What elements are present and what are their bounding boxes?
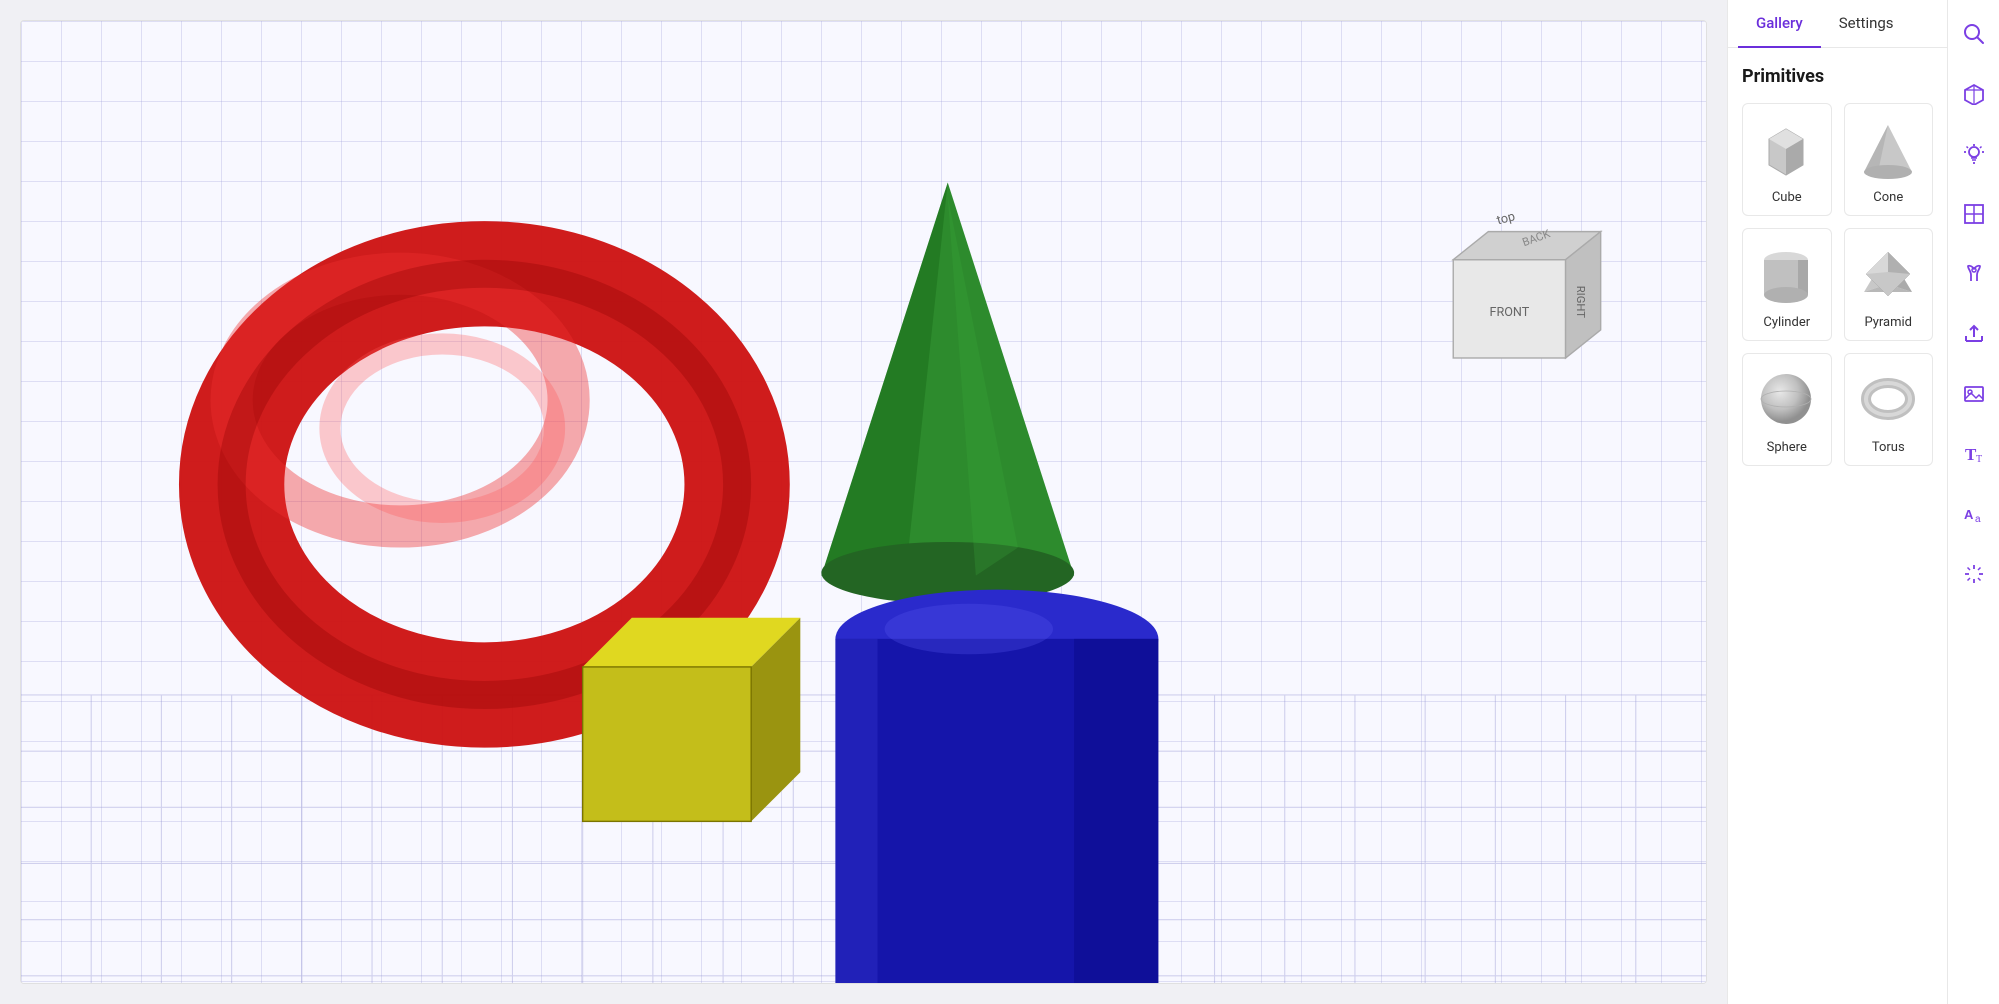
torus-label: Torus [1872, 440, 1905, 455]
nav-cube: top FRONT RIGHT BACK [1453, 209, 1600, 358]
svg-text:T: T [1976, 454, 1982, 465]
cylinder-label: Cylinder [1763, 315, 1810, 330]
tab-settings[interactable]: Settings [1821, 0, 1912, 48]
sphere-label: Sphere [1767, 440, 1807, 455]
svg-text:RIGHT: RIGHT [1574, 286, 1587, 318]
image-icon-btn[interactable] [1956, 376, 1992, 412]
main-area: top FRONT RIGHT BACK [0, 0, 1727, 1004]
primitive-pyramid[interactable]: Pyramid [1844, 228, 1934, 341]
upload-icon [1963, 323, 1985, 345]
effects-icon-btn[interactable] [1956, 556, 1992, 592]
right-panel: Gallery Settings Primitives Cube [1727, 0, 1947, 1004]
tabs-header: Gallery Settings [1728, 0, 1947, 48]
upload-icon-btn[interactable] [1956, 316, 1992, 352]
cube-3d-icon [1963, 83, 1985, 105]
cone-label: Cone [1873, 190, 1903, 205]
cylinder-preview [1752, 239, 1822, 309]
svg-text:A: A [1964, 507, 1974, 522]
viewport[interactable]: top FRONT RIGHT BACK [20, 20, 1707, 984]
tab-gallery[interactable]: Gallery [1738, 0, 1821, 48]
cone-preview [1853, 114, 1923, 184]
svg-text:top: top [1495, 209, 1517, 228]
search-icon [1963, 23, 1985, 45]
text-small-icon: A a [1963, 503, 1985, 525]
cone-icon [1856, 117, 1921, 182]
section-title: Primitives [1742, 66, 1933, 87]
primitive-cube[interactable]: Cube [1742, 103, 1832, 216]
effects-icon [1963, 563, 1985, 585]
text-large-icon: T T [1963, 443, 1985, 465]
panel-content: Primitives Cube [1728, 48, 1947, 1004]
cone-green [821, 182, 1074, 603]
character-icon-btn[interactable] [1956, 256, 1992, 292]
light-icon [1963, 143, 1985, 165]
character-icon [1963, 263, 1985, 285]
light-icon-btn[interactable] [1956, 136, 1992, 172]
torus-icon [1856, 367, 1921, 432]
3d-scene: top FRONT RIGHT BACK [21, 21, 1706, 984]
pyramid-preview [1853, 239, 1923, 309]
cube-preview [1752, 114, 1822, 184]
text-large-icon-btn[interactable]: T T [1956, 436, 1992, 472]
cylinder-blue [835, 590, 1158, 984]
svg-text:a: a [1975, 514, 1981, 525]
cube-label: Cube [1772, 190, 1802, 205]
sidebar-icons: T T A a [1947, 0, 1999, 1004]
grid-icon [1963, 203, 1985, 225]
cube-yellow [583, 618, 801, 822]
primitive-sphere[interactable]: Sphere [1742, 353, 1832, 466]
svg-text:FRONT: FRONT [1489, 305, 1529, 320]
primitives-grid: Cube Cone [1742, 103, 1933, 466]
sphere-preview [1752, 364, 1822, 434]
image-icon [1963, 383, 1985, 405]
cylinder-icon [1754, 242, 1819, 307]
pyramid-label: Pyramid [1864, 315, 1912, 330]
grid-icon-btn[interactable] [1956, 196, 1992, 232]
cube-icon [1754, 117, 1819, 182]
cube-3d-icon-btn[interactable] [1956, 76, 1992, 112]
torus-preview [1853, 364, 1923, 434]
primitive-torus[interactable]: Torus [1844, 353, 1934, 466]
sphere-icon [1754, 367, 1819, 432]
pyramid-icon [1856, 242, 1921, 307]
search-icon-btn[interactable] [1956, 16, 1992, 52]
text-small-icon-btn[interactable]: A a [1956, 496, 1992, 532]
primitive-cylinder[interactable]: Cylinder [1742, 228, 1832, 341]
primitive-cone[interactable]: Cone [1844, 103, 1934, 216]
